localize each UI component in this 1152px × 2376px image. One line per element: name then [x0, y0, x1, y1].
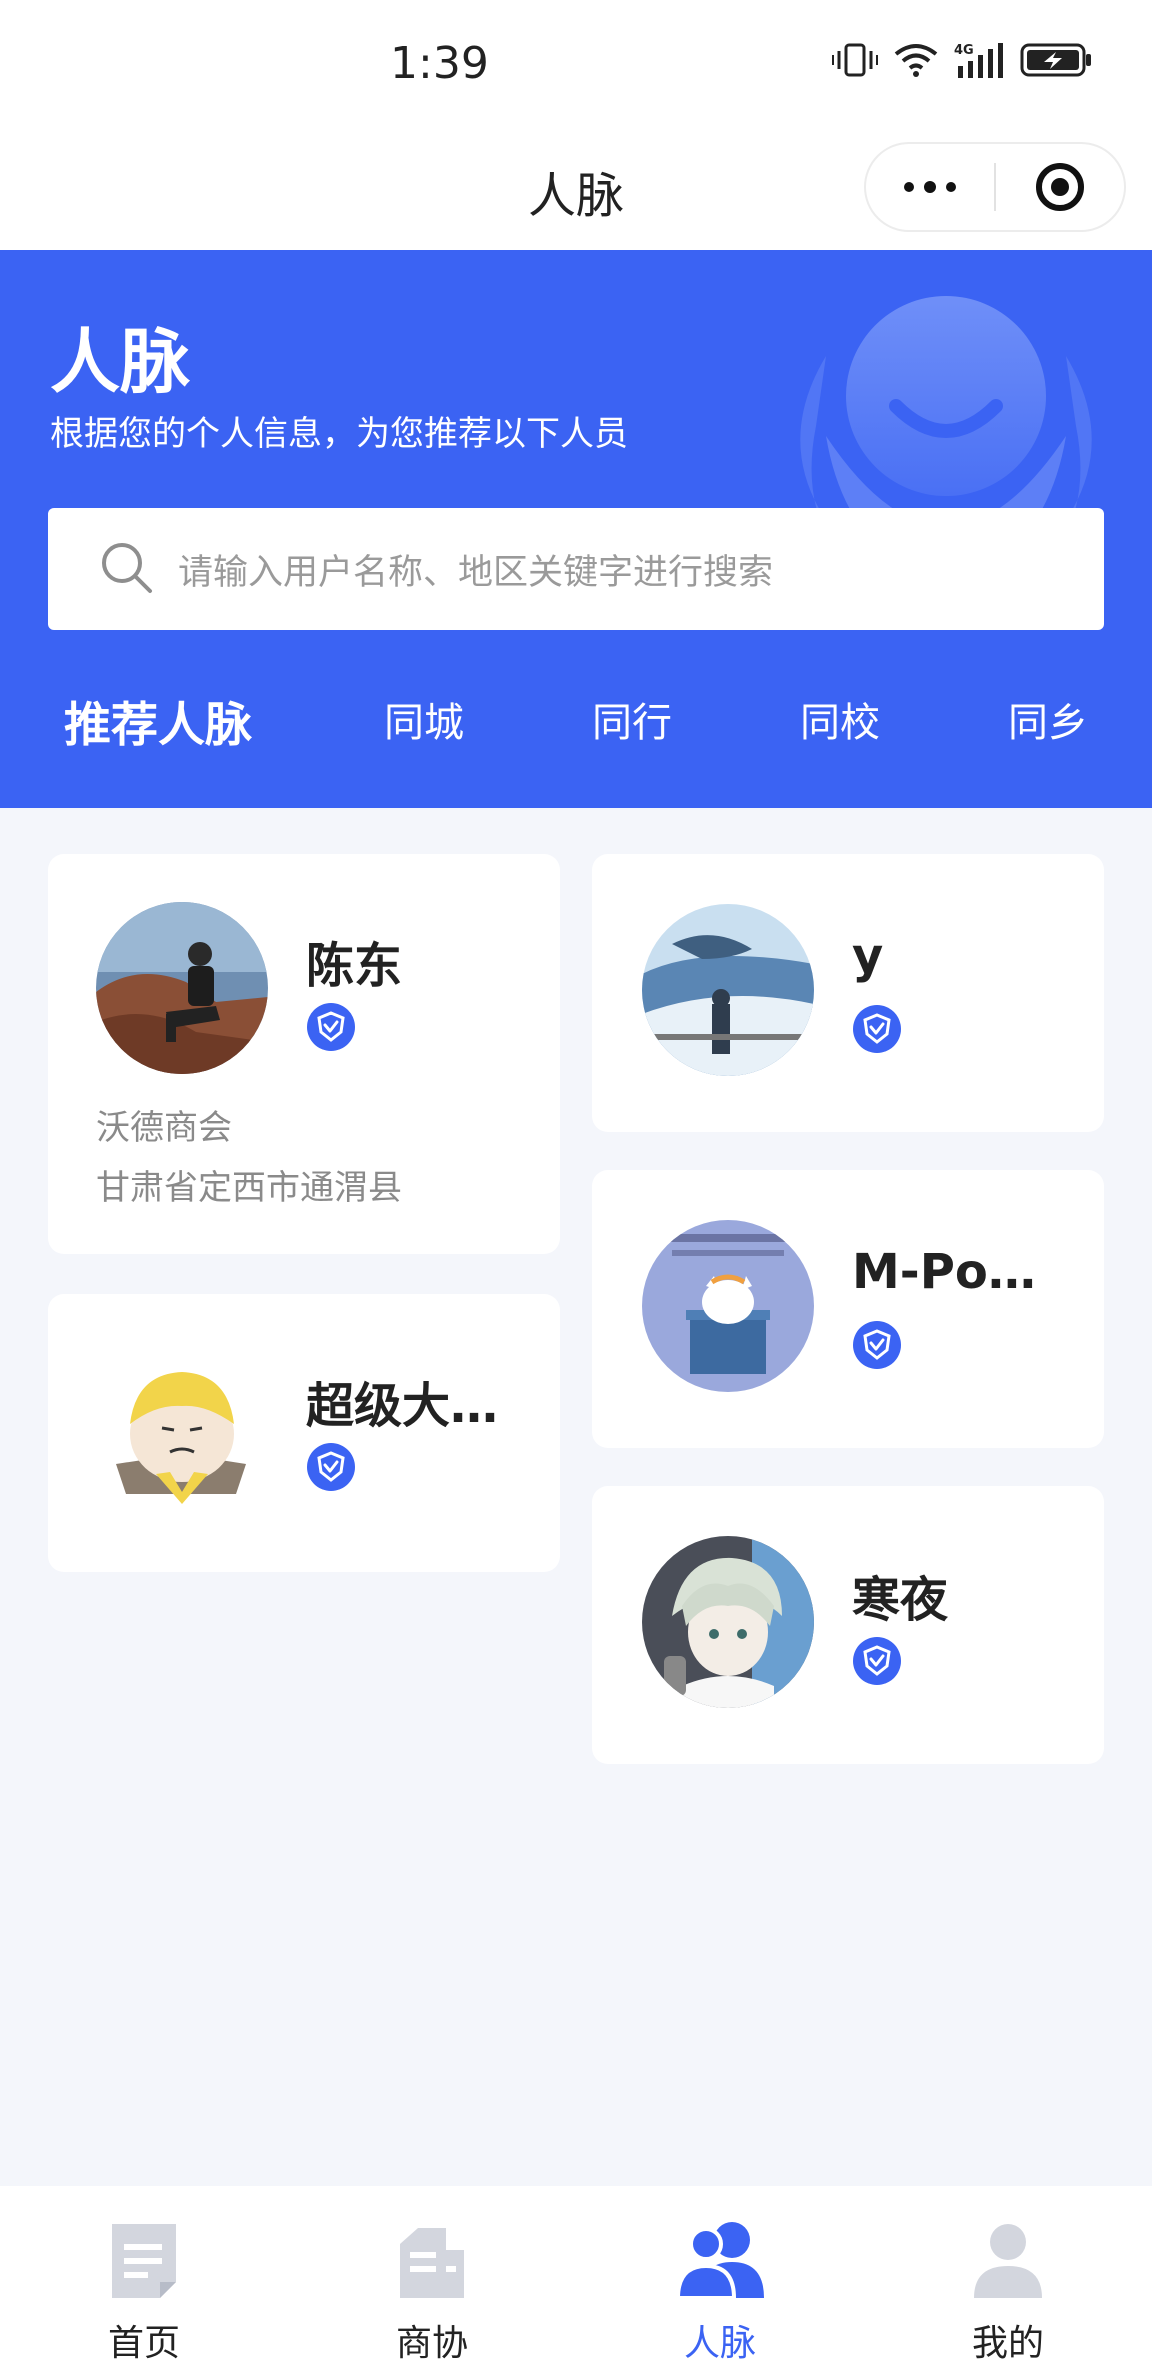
person-location: 甘肃省定西市通渭县	[96, 1168, 402, 1208]
signal-4g-icon: 4G	[954, 42, 1006, 78]
person-card[interactable]: 寒夜	[592, 1486, 1104, 1764]
search-input[interactable]: 请输入用户名称、地区关键字进行搜索	[178, 544, 773, 595]
search-icon	[98, 539, 154, 599]
miniprogram-capsule	[864, 142, 1126, 232]
verified-badge-icon	[852, 1636, 902, 1686]
avatar	[96, 1344, 268, 1516]
tab-same-industry[interactable]: 同行	[592, 690, 672, 748]
battery-charging-icon	[1020, 42, 1092, 78]
avatar	[642, 904, 814, 1076]
status-time: 1:39	[390, 38, 489, 89]
tabbar-label: 商协	[395, 2323, 468, 2364]
contacts-icon	[675, 2220, 766, 2300]
page-title: 人脉	[50, 321, 190, 403]
status-bar: 1:39 4G	[0, 0, 1152, 132]
tabbar-item-profile[interactable]: 我的	[864, 2186, 1152, 2376]
tabbar-item-contacts[interactable]: 人脉	[576, 2186, 864, 2376]
person-name: 寒夜	[852, 1572, 949, 1628]
person-card[interactable]: y	[592, 854, 1104, 1132]
tabbar-item-association[interactable]: 商协	[288, 2186, 576, 2376]
tab-recommended[interactable]: 推荐人脉	[64, 686, 252, 755]
target-circle-icon[interactable]	[996, 144, 1124, 230]
avatar	[96, 902, 268, 1074]
tabbar-label: 人脉	[683, 2323, 756, 2364]
bottom-tab-bar: 首页 商协 人脉 我的	[0, 2186, 1152, 2376]
person-card[interactable]: M-Po…	[592, 1170, 1104, 1448]
home-doc-icon	[108, 2220, 180, 2298]
nav-bar: 人脉	[0, 132, 1152, 250]
header-banner: 人脉 根据您的个人信息，为您推荐以下人员 请输入用户名称、地区关键字进行搜索 推…	[0, 250, 1152, 808]
svg-text:4G: 4G	[954, 43, 974, 58]
tabbar-item-home[interactable]: 首页	[0, 2186, 288, 2376]
wifi-icon	[892, 42, 940, 78]
avatar	[642, 1536, 814, 1708]
status-icons: 4G	[832, 42, 1092, 78]
person-name: y	[852, 928, 884, 984]
verified-badge-icon	[306, 1002, 356, 1052]
tabbar-label: 首页	[107, 2323, 180, 2364]
person-card[interactable]: 陈东 沃德商会 甘肃省定西市通渭县	[48, 854, 560, 1254]
person-organization: 沃德商会	[96, 1108, 232, 1148]
page-subtitle: 根据您的个人信息，为您推荐以下人员	[50, 414, 628, 454]
more-dots-icon[interactable]	[866, 144, 994, 230]
person-name: 陈东	[306, 938, 403, 994]
person-name: 超级大…	[306, 1378, 499, 1434]
tab-same-hometown[interactable]: 同乡	[1008, 690, 1088, 748]
building-icon	[396, 2220, 468, 2298]
tab-same-city[interactable]: 同城	[384, 690, 464, 748]
person-card[interactable]: 超级大…	[48, 1294, 560, 1572]
filter-tabs: 推荐人脉 同城 同行 同校 同乡	[0, 690, 1152, 790]
verified-badge-icon	[852, 1004, 902, 1054]
user-icon	[972, 2220, 1044, 2298]
vibrate-icon	[832, 43, 878, 77]
tab-same-school[interactable]: 同校	[800, 690, 880, 748]
verified-badge-icon	[852, 1320, 902, 1370]
avatar	[642, 1220, 814, 1392]
tabbar-label: 我的	[971, 2323, 1044, 2364]
verified-badge-icon	[306, 1442, 356, 1492]
person-name: M-Po…	[852, 1244, 1036, 1300]
search-bar[interactable]: 请输入用户名称、地区关键字进行搜索	[48, 508, 1104, 630]
